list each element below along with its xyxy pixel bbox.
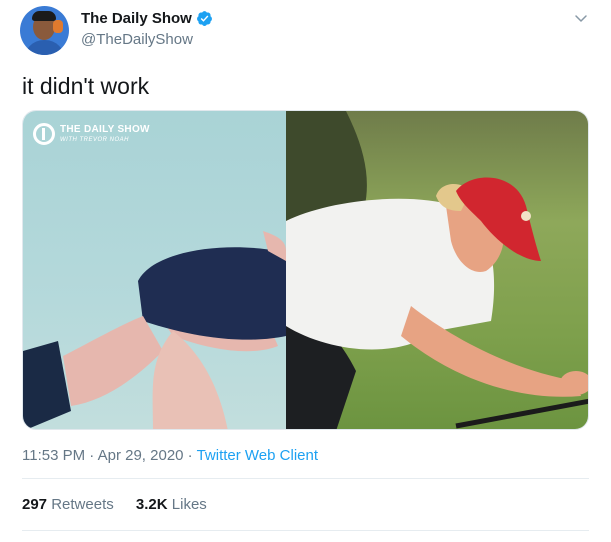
tweet-card: The Daily Show @TheDailyShow it didn't w… [0, 0, 611, 542]
verified-badge-icon [196, 11, 212, 26]
dancer-illustration [23, 231, 286, 429]
retweets-stat[interactable]: 297 Retweets [22, 496, 114, 513]
tweet-source-link[interactable]: Twitter Web Client [197, 447, 318, 464]
tweet-date[interactable]: Apr 29, 2020 [98, 447, 184, 464]
meta-separator: · [85, 447, 98, 464]
retweets-label: Retweets [51, 496, 114, 513]
likes-label: Likes [171, 496, 207, 513]
divider [22, 478, 589, 479]
golfer-illustration [286, 111, 588, 429]
tweet-time[interactable]: 11:53 PM [22, 447, 85, 464]
meta-separator-2: · [183, 447, 197, 464]
author-handle[interactable]: @TheDailyShow [81, 31, 213, 48]
chevron-down-icon[interactable] [573, 10, 589, 26]
author-display-name[interactable]: The Daily Show [81, 10, 192, 27]
comedy-central-logo: THE DAILY SHOW WITH TREVOR NOAH [33, 123, 150, 145]
tweet-text: it didn't work [22, 73, 150, 99]
watermark-title: THE DAILY SHOW [60, 124, 150, 135]
media-right-panel [286, 111, 588, 429]
watermark-subtitle: WITH TREVOR NOAH [60, 137, 129, 143]
tweet-meta: 11:53 PM · Apr 29, 2020 · Twitter Web Cl… [22, 447, 318, 464]
tweet-stats: 297 Retweets 3.2K Likes [22, 496, 207, 513]
retweets-count: 297 [22, 496, 48, 513]
likes-count: 3.2K [135, 496, 168, 513]
media-left-panel: THE DAILY SHOW WITH TREVOR NOAH [23, 111, 286, 429]
tweet-media-image[interactable]: THE DAILY SHOW WITH TREVOR NOAH [22, 110, 589, 430]
tweet-header: The Daily Show @TheDailyShow [20, 6, 591, 56]
divider [22, 530, 589, 531]
likes-stat[interactable]: 3.2K Likes [136, 496, 207, 513]
author-info[interactable]: The Daily Show @TheDailyShow [81, 10, 213, 48]
avatar[interactable] [20, 6, 69, 55]
comedy-central-icon [33, 123, 55, 145]
